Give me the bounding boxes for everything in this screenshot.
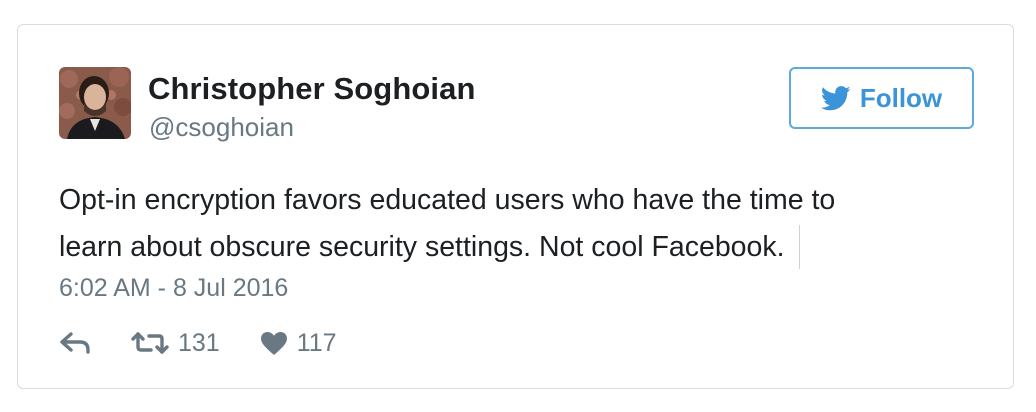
twitter-bird-icon [820, 85, 851, 111]
tweet-timestamp[interactable]: 6:02 AM - 8 Jul 2016 [59, 274, 288, 303]
reply-icon [59, 332, 91, 354]
avatar-image [59, 67, 131, 139]
tweet-card: Christopher Soghoian @csoghoian Follow O… [17, 24, 1014, 389]
tweet-text-line: Opt-in encryption favors educated users … [59, 177, 939, 224]
avatar[interactable] [59, 67, 131, 139]
retweet-button[interactable]: 131 [131, 329, 220, 358]
follow-label: Follow [859, 82, 943, 113]
follow-button[interactable]: Follow [789, 67, 974, 129]
tweet-text: Opt-in encryption favors educated users … [59, 177, 939, 271]
tweet-actions: 131 117 [59, 327, 337, 359]
like-button[interactable]: 117 [260, 329, 337, 358]
text-cursor [798, 225, 800, 269]
author-handle[interactable]: @csoghoian [149, 112, 294, 143]
tweet-text-line-2: learn about obscure security settings. N… [59, 231, 785, 263]
retweet-icon [131, 331, 169, 355]
retweet-count: 131 [178, 328, 220, 357]
like-count: 117 [296, 328, 337, 357]
heart-icon [260, 331, 288, 356]
tweet-text-line-1: Opt-in encryption favors educated users … [59, 184, 836, 216]
author-name[interactable]: Christopher Soghoian [148, 71, 476, 107]
tweet-text-line: learn about obscure security settings. N… [59, 224, 939, 271]
reply-button[interactable] [59, 332, 91, 354]
